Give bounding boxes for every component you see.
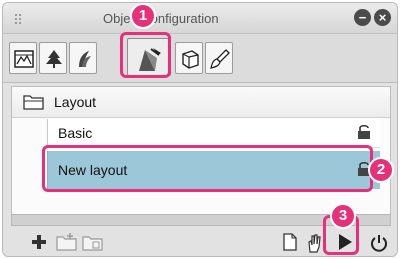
tab-bar	[3, 34, 397, 83]
tab-3d[interactable]	[175, 42, 203, 74]
hand-icon[interactable]	[305, 232, 323, 254]
callout-highlight-tab	[120, 32, 171, 78]
brush-icon	[210, 49, 230, 69]
tab-frame[interactable]	[9, 42, 37, 74]
lock-icon[interactable]	[356, 124, 372, 140]
tab-plants[interactable]	[69, 42, 97, 74]
callout-highlight-new-layout	[42, 145, 373, 192]
reset-icon[interactable]	[369, 232, 389, 254]
plant-icon	[79, 51, 91, 67]
folder-label: Layout	[54, 94, 97, 110]
close-icon[interactable]: ×	[374, 9, 391, 26]
minimize-icon[interactable]: −	[354, 9, 371, 26]
tree-icon	[46, 50, 62, 68]
window-title: Object configuration	[103, 11, 219, 26]
tab-brush[interactable]	[205, 42, 233, 74]
callout-marker-1: 1	[130, 3, 156, 29]
plus-icon[interactable]	[29, 232, 49, 252]
folder-open-icon[interactable]	[81, 232, 105, 252]
frame-icon	[14, 50, 34, 68]
tab-trees[interactable]	[39, 42, 67, 74]
folder-icon	[23, 95, 44, 110]
cube-icon	[182, 50, 199, 69]
tree-item-basic[interactable]: Basic	[47, 119, 380, 148]
document-icon[interactable]	[281, 232, 299, 252]
tree-item-label: Basic	[58, 125, 93, 141]
drag-grip-icon[interactable]	[15, 14, 27, 24]
tree-folder-layout[interactable]: Layout	[12, 87, 390, 118]
title-bar: Object configuration − ×	[3, 3, 397, 34]
callout-marker-3: 3	[330, 203, 356, 229]
callout-marker-2: 2	[368, 157, 394, 183]
folder-add-icon[interactable]	[55, 232, 79, 252]
